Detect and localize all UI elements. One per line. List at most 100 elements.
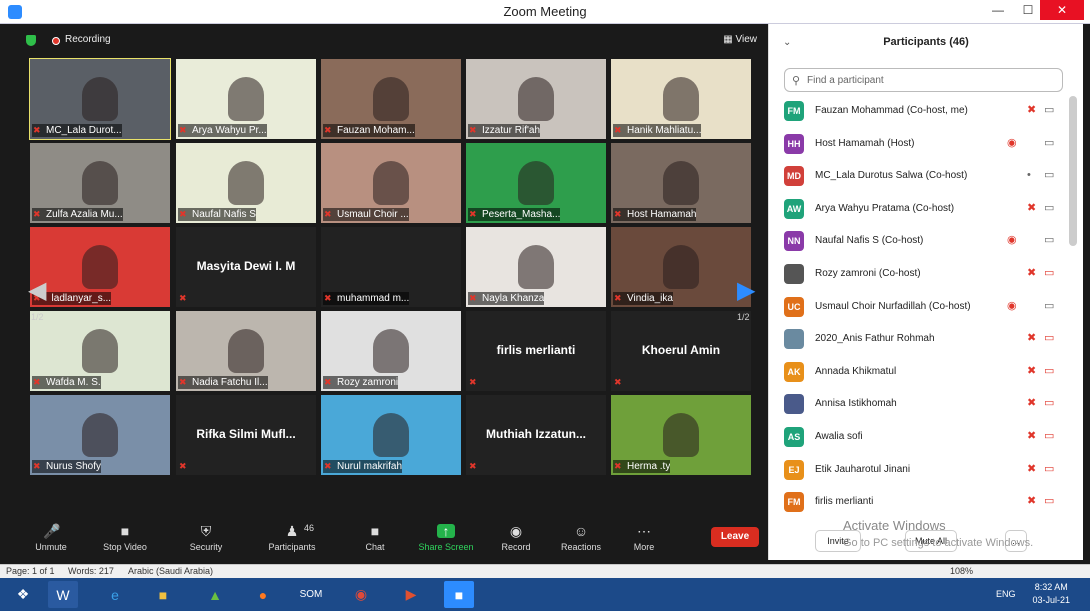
- recording-label: Recording: [65, 34, 111, 45]
- video-tile[interactable]: ladlanyar_s... ✖: [30, 227, 170, 307]
- video-tile[interactable]: Arya Wahyu Pr... ✖: [176, 59, 316, 139]
- participant-row[interactable]: NN Naufal Nafis S (Co-host) ◉ ▭: [784, 227, 1059, 255]
- mic-muted-icon: ✖: [179, 461, 187, 471]
- mic-muted-icon: ✖: [179, 293, 187, 303]
- reactions-button[interactable]: ☺ Reactions: [560, 520, 602, 560]
- participant-row[interactable]: AK Annada Khikmatul ✖ ▭: [784, 358, 1059, 386]
- ellipsis-icon: ⋯: [637, 523, 651, 539]
- status-zoom[interactable]: 108%: [950, 566, 973, 576]
- tile-name-label: Usmaul Choir ...: [323, 208, 409, 221]
- video-tile[interactable]: Peserta_Masha... ✖: [466, 143, 606, 223]
- person-silhouette: [373, 413, 409, 457]
- media-icon[interactable]: ▶: [396, 581, 426, 608]
- taskbar-clock[interactable]: 8:32 AM 03-Jul-21: [1032, 581, 1070, 607]
- word-icon[interactable]: W: [48, 581, 78, 608]
- participant-row[interactable]: AS Awalia sofi ✖ ▭: [784, 423, 1059, 451]
- video-tile[interactable]: Masyita Dewi I. M ✖: [176, 227, 316, 307]
- video-tile[interactable]: firlis merlianti ✖: [466, 311, 606, 391]
- chrome-icon[interactable]: ◉: [346, 581, 376, 608]
- view-button[interactable]: ▦ View: [723, 34, 757, 45]
- tile-name-label: Zulfa Azalia Mu...: [32, 208, 123, 221]
- video-tile[interactable]: Herma .ty ✖: [611, 395, 751, 475]
- participant-row[interactable]: 2020_Anis Fathur Rohmah ✖ ▭: [784, 325, 1059, 353]
- ie-icon[interactable]: e: [100, 581, 130, 608]
- mic-muted-icon: ✖: [614, 461, 622, 471]
- status-page: Page: 1 of 1: [6, 566, 55, 576]
- participant-row[interactable]: FM Fauzan Mohammad (Co-host, me) ✖ ▭: [784, 97, 1059, 125]
- video-tile[interactable]: Rifka Silmi Mufl... ✖: [176, 395, 316, 475]
- participant-row[interactable]: EJ Etik Jauharotul Jinani ✖ ▭: [784, 456, 1059, 484]
- zoom-icon[interactable]: ■: [444, 581, 474, 608]
- participant-row[interactable]: AW Arya Wahyu Pratama (Co-host) ✖ ▭: [784, 195, 1059, 223]
- video-tile[interactable]: muhammad m... ✖: [321, 227, 461, 307]
- video-tile[interactable]: Wafda M. S. ✖: [30, 311, 170, 391]
- participant-row[interactable]: FM firlis merlianti ✖ ▭: [784, 488, 1059, 516]
- video-tile[interactable]: Naufal Nafis S ✖: [176, 143, 316, 223]
- video-tile[interactable]: Izzatur Rif'ah ✖: [466, 59, 606, 139]
- window-titlebar: Zoom Meeting — ☐ ✕: [0, 0, 1090, 24]
- camera-off-icon: ▭: [1044, 430, 1055, 442]
- taskbar-lang[interactable]: ENG: [996, 589, 1016, 599]
- security-button[interactable]: ⛨ Security: [186, 520, 226, 560]
- som-icon[interactable]: SOM: [296, 581, 326, 608]
- firefox-icon[interactable]: ●: [248, 581, 278, 608]
- video-tile[interactable]: Nadia Fatchu Il... ✖: [176, 311, 316, 391]
- explorer-icon[interactable]: ■: [148, 581, 178, 608]
- mic-muted-icon: ✖: [1027, 201, 1037, 214]
- smiley-icon: ☺: [573, 523, 589, 539]
- mic-muted-icon: ✖: [1027, 462, 1037, 475]
- minimize-icon[interactable]: —: [984, 0, 1012, 20]
- more-button[interactable]: ⋯ More: [630, 520, 658, 560]
- video-tile[interactable]: Hanik Mahliatu... ✖: [611, 59, 751, 139]
- participant-row[interactable]: UC Usmaul Choir Nurfadillah (Co-host) ◉ ▭: [784, 293, 1059, 321]
- tile-name-label: Nayla Khanza: [468, 292, 545, 305]
- meeting-gallery: Recording ▦ View MC_Lala Durot... ✖ Arya W…: [14, 24, 767, 560]
- camera-off-icon: ▭: [1044, 397, 1055, 410]
- unmute-button[interactable]: 🎤 Unmute: [28, 520, 74, 560]
- person-silhouette: [663, 161, 699, 205]
- search-placeholder: Find a participant: [807, 75, 884, 86]
- video-tile[interactable]: Muthiah Izzatun... ✖: [466, 395, 606, 475]
- start-icon[interactable]: ❖: [8, 581, 38, 608]
- leave-button[interactable]: Leave: [711, 527, 759, 547]
- tile-name-label: Arya Wahyu Pr...: [178, 124, 267, 137]
- record-button[interactable]: ◉ Record: [498, 520, 534, 560]
- security-shield-icon[interactable]: [26, 35, 36, 46]
- meeting-toolbar: 🎤 Unmute ■ Stop Video ⛨ Security ♟ Participa…: [14, 520, 767, 560]
- video-tile[interactable]: Vindia_ika ✖: [611, 227, 751, 307]
- share-screen-button[interactable]: ↑ Share Screen: [416, 520, 476, 560]
- participants-panel: ⌄ Participants (46) ⚲ Find a participant…: [768, 24, 1083, 560]
- status-language[interactable]: Arabic (Saudi Arabia): [128, 566, 213, 576]
- video-tile[interactable]: Host Hamamah ✖: [611, 143, 751, 223]
- stop-video-button[interactable]: ■ Stop Video: [100, 520, 150, 560]
- video-tile[interactable]: Rozy zamroni ✖: [321, 311, 461, 391]
- mic-muted-icon: ✖: [33, 209, 41, 219]
- participant-row[interactable]: Rozy zamroni (Co-host) ✖ ▭: [784, 260, 1059, 288]
- participant-row[interactable]: MD MC_Lala Durotus Salwa (Co-host) • ▭: [784, 162, 1059, 190]
- panel-scrollbar[interactable]: [1069, 96, 1077, 246]
- chat-button[interactable]: ■ Chat: [360, 520, 390, 560]
- video-tile[interactable]: Nayla Khanza ✖: [466, 227, 606, 307]
- video-tile[interactable]: MC_Lala Durot... ✖: [29, 58, 171, 140]
- video-tile[interactable]: Usmaul Choir ... ✖: [321, 143, 461, 223]
- mic-muted-icon: ✖: [469, 377, 477, 387]
- participant-name: Annada Khikmatul: [815, 365, 897, 377]
- prev-page-icon[interactable]: ◀: [28, 276, 46, 305]
- mic-muted-icon: ✖: [1027, 332, 1037, 345]
- close-icon[interactable]: ✕: [1040, 0, 1084, 20]
- mic-muted-icon: ✖: [33, 461, 41, 471]
- video-tile[interactable]: Khoerul Amin ✖: [611, 311, 751, 391]
- video-tile[interactable]: Nurul makrifah ✖: [321, 395, 461, 475]
- next-page-icon[interactable]: ▶: [737, 276, 755, 305]
- participant-row[interactable]: HH Host Hamamah (Host) ◉ ▭: [784, 130, 1059, 158]
- person-silhouette: [82, 161, 118, 205]
- video-tile[interactable]: Fauzan Moham... ✖: [321, 59, 461, 139]
- person-silhouette: [373, 77, 409, 121]
- participant-row[interactable]: Annisa Istikhomah ✖ ▭: [784, 390, 1059, 418]
- maximize-icon[interactable]: ☐: [1014, 0, 1042, 20]
- app-icon[interactable]: ▲: [200, 581, 230, 608]
- person-silhouette: [518, 77, 554, 121]
- video-tile[interactable]: Zulfa Azalia Mu... ✖: [30, 143, 170, 223]
- participant-search-input[interactable]: ⚲ Find a participant: [784, 68, 1063, 92]
- video-tile[interactable]: Nurus Shofy ✖: [30, 395, 170, 475]
